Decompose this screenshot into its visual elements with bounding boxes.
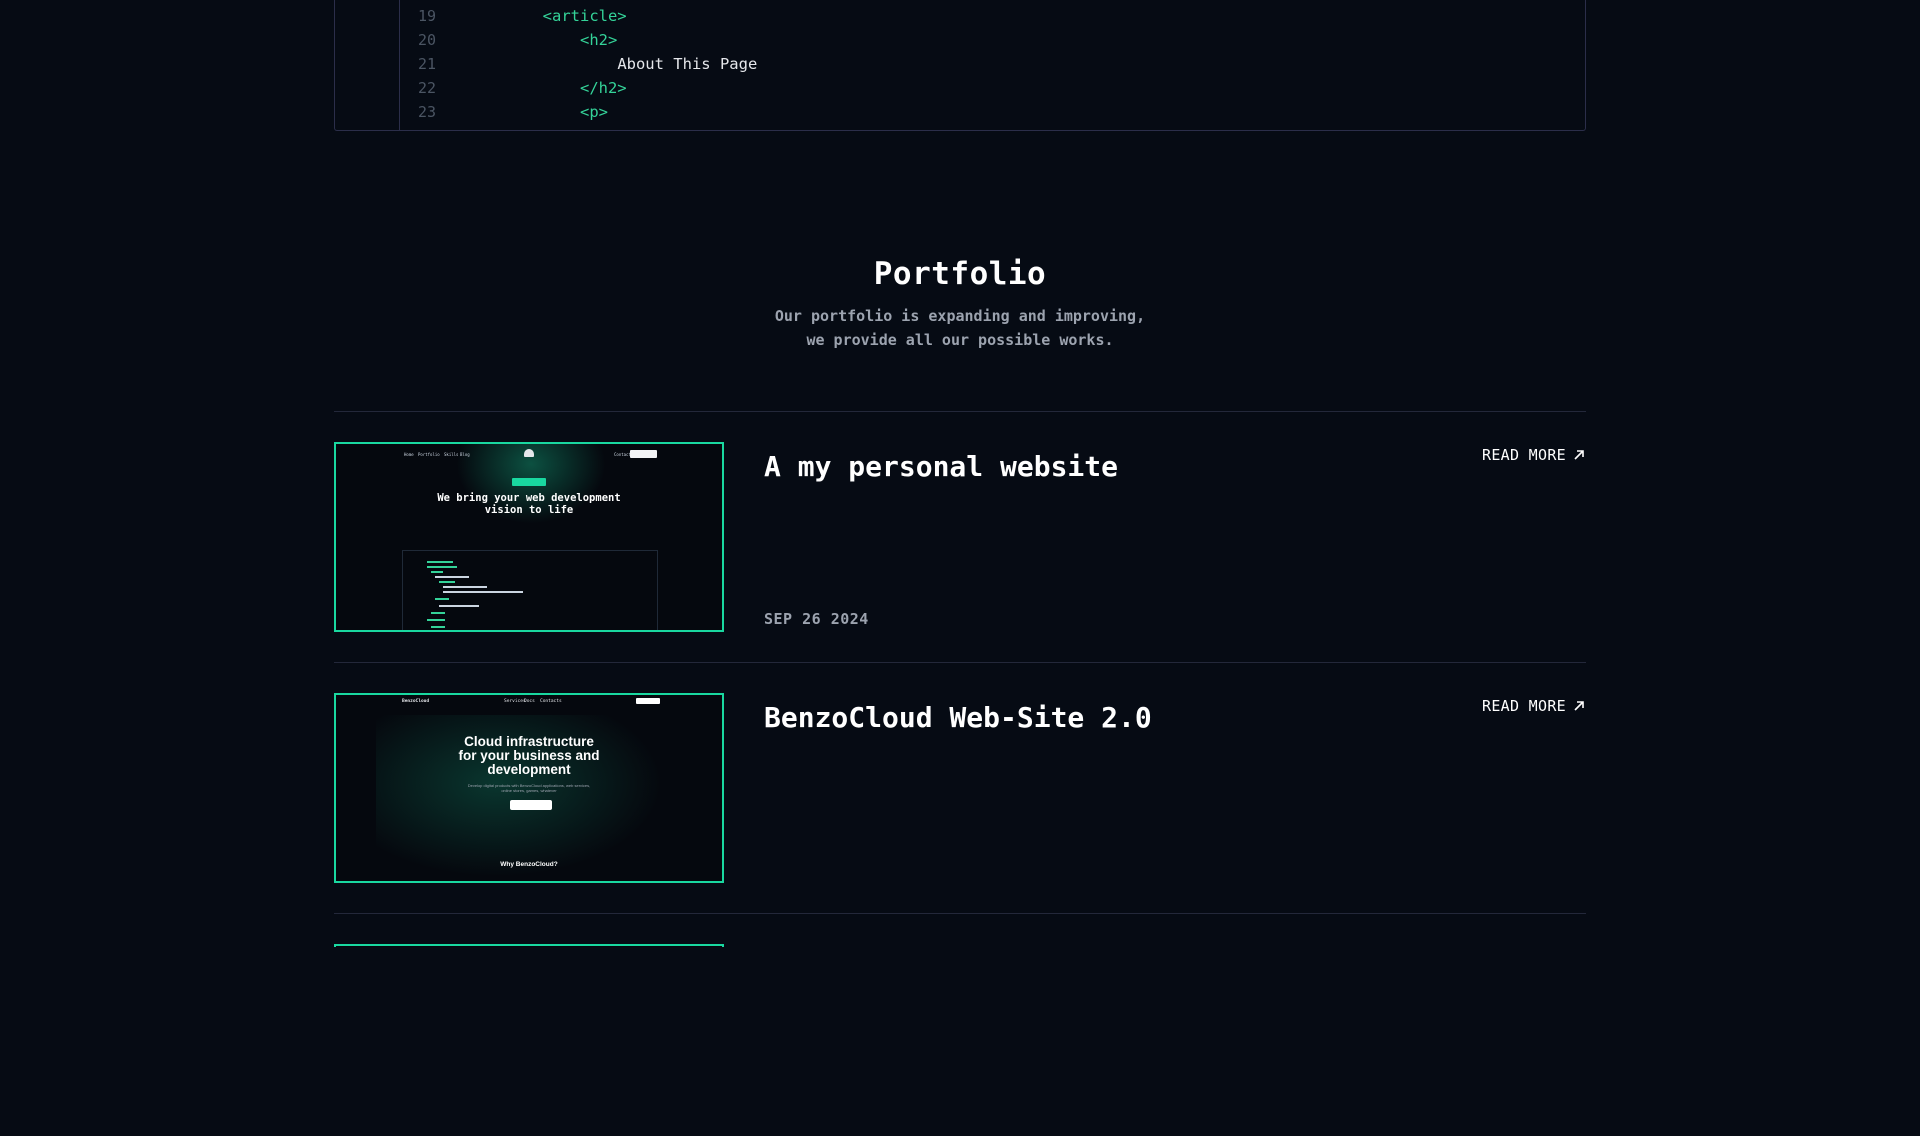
code-tag: <article> (542, 7, 627, 25)
thumb-code-line (427, 619, 445, 621)
page-content: 18 </header>19 <article>20 <h2>21 About … (334, 0, 1586, 947)
code-editor-gutter (335, 0, 400, 130)
thumb-code-line (431, 626, 445, 628)
code-source: <h2> (468, 28, 617, 52)
read-more-label: READ MORE (1482, 446, 1566, 464)
portfolio-entry: BenzoCloud Services Docs Contacts Cloud … (334, 693, 1586, 885)
thumb-nav-item: Services (504, 699, 526, 704)
code-tag: </h2> (579, 79, 627, 97)
thumb-logo-icon (524, 449, 534, 457)
thumb-headline: We bring your web development vision to … (336, 492, 722, 516)
portfolio-entry-title[interactable]: BenzoCloud Web-Site 2.0 (764, 701, 1152, 734)
thumb-headline-line: We bring your web development (437, 492, 621, 504)
thumb-headline-line: development (487, 762, 571, 777)
thumb-description: Develop digital products with BenzoCloud… (467, 783, 591, 793)
code-editor: 18 </header>19 <article>20 <h2>21 About … (334, 0, 1586, 131)
thumb-code-line (435, 576, 469, 578)
thumb-code-line (443, 591, 523, 593)
thumb-code-line (431, 571, 443, 573)
code-tag: <h2> (579, 31, 618, 49)
portfolio-thumbnail[interactable]: BenzoCloud Services Docs Contacts Cloud … (334, 693, 724, 883)
line-number: 22 (418, 79, 437, 97)
thumb-cta-button (510, 800, 552, 810)
thumb-nav-item: Blog (460, 452, 470, 457)
thumb-headline-line: Cloud infrastructure (464, 734, 594, 749)
thumb-code-line (427, 561, 453, 563)
thumb-badge (512, 478, 546, 486)
arrow-up-right-icon (1574, 701, 1584, 711)
portfolio-entry (334, 944, 1586, 1136)
code-source: </h2> (468, 76, 627, 100)
portfolio-subtitle-line-2: we provide all our possible works. (806, 331, 1114, 349)
thumb-code-line (439, 605, 479, 607)
thumb-brand: BenzoCloud (402, 699, 430, 704)
code-text: About This Page (617, 55, 758, 73)
thumb-code-window (402, 550, 658, 630)
line-number: 20 (418, 31, 437, 49)
code-tag: </header> (543, 0, 627, 1)
thumb-code-line (443, 586, 487, 588)
portfolio-subtitle-line-1: Our portfolio is expanding and improving… (774, 307, 1146, 325)
code-tag: <p> (579, 103, 608, 121)
thumb-button (636, 698, 660, 704)
portfolio-entry: Home Portfolio Skills Blog Contact We br… (334, 442, 1586, 634)
read-more-link[interactable]: READ MORE (1482, 446, 1586, 464)
divider (334, 662, 1586, 663)
thumb-nav-item: Portfolio (418, 452, 440, 457)
thumb-nav-item: Skills (444, 452, 459, 457)
code-source: About This Page (468, 52, 757, 76)
portfolio-entry-date: SEP 26 2024 (764, 610, 869, 628)
divider (334, 913, 1586, 914)
line-number: 23 (418, 103, 437, 121)
thumb-code-line (427, 566, 457, 568)
read-more-link[interactable]: READ MORE (1482, 697, 1586, 715)
thumb-nav-item: Home (404, 452, 414, 457)
portfolio-title: Portfolio (873, 256, 1047, 292)
arrow-up-right-icon (1574, 450, 1584, 460)
thumb-nav-right: Contact (614, 452, 631, 457)
thumb-code-line (435, 598, 449, 600)
portfolio-entry-title[interactable]: A my personal website (764, 450, 1118, 483)
thumb-code-line (439, 581, 455, 583)
thumb-headline-line: vision to life (484, 504, 574, 516)
code-source: <article> (468, 4, 627, 28)
thumb-code-line (431, 612, 445, 614)
divider (334, 411, 1586, 412)
read-more-label: READ MORE (1482, 697, 1566, 715)
line-number: 19 (418, 7, 437, 25)
portfolio-subtitle: Our portfolio is expanding and improving… (334, 304, 1586, 352)
thumb-headline-line: for your business and (458, 748, 600, 763)
thumb-why-heading: Why BenzoCloud? (500, 861, 558, 868)
thumb-headline: Cloud infrastructure for your business a… (336, 735, 722, 777)
thumb-button (630, 450, 657, 458)
thumb-nav-item: Contacts (540, 699, 562, 704)
portfolio-thumbnail[interactable]: Home Portfolio Skills Blog Contact We br… (334, 442, 724, 632)
thumb-nav-item: Docs (524, 699, 535, 704)
line-number: 21 (418, 55, 437, 73)
code-source: <p> (468, 100, 608, 124)
code-lines: 18 </header>19 <article>20 <h2>21 About … (400, 0, 1585, 130)
